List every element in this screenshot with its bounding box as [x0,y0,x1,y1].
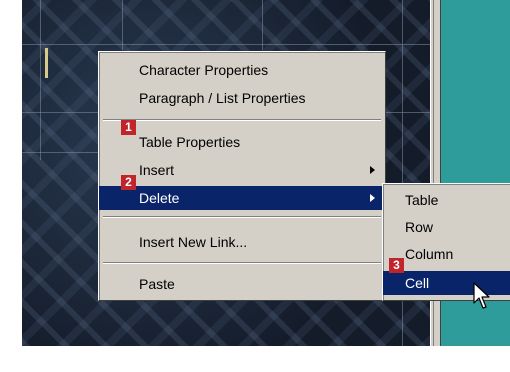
screenshot-stage: Character Properties Paragraph / List Pr… [0,0,510,372]
submenu-item-table[interactable]: Table [383,188,510,212]
menu-item-delete[interactable]: Delete [99,186,385,210]
menu-separator [103,262,381,264]
menu-separator [103,119,381,121]
context-menu: Character Properties Paragraph / List Pr… [98,51,386,301]
mouse-pointer-icon [473,282,490,309]
step-badge-3: 3 [389,258,404,273]
menu-item-paragraph-list-properties[interactable]: Paragraph / List Properties [99,86,385,110]
submenu-arrow-icon [370,166,375,174]
table-gridline [22,44,430,45]
step-badge-1: 1 [121,120,136,135]
text-caret [45,48,48,78]
step-badge-2: 2 [121,175,136,190]
submenu-arrow-icon [370,194,375,202]
table-gridline [262,0,263,50]
table-gridline [40,0,41,160]
menu-item-insert[interactable]: Insert [99,158,385,182]
menu-item-character-properties[interactable]: Character Properties [99,58,385,82]
bottom-margin [0,346,510,372]
menu-item-table-properties[interactable]: Table Properties [99,130,385,154]
menu-item-insert-new-link[interactable]: Insert New Link... [99,230,385,254]
table-gridline [122,0,123,50]
table-gridline [22,152,102,153]
menu-item-paste[interactable]: Paste [99,272,385,296]
submenu-item-row[interactable]: Row [383,215,510,239]
menu-separator [103,216,381,218]
